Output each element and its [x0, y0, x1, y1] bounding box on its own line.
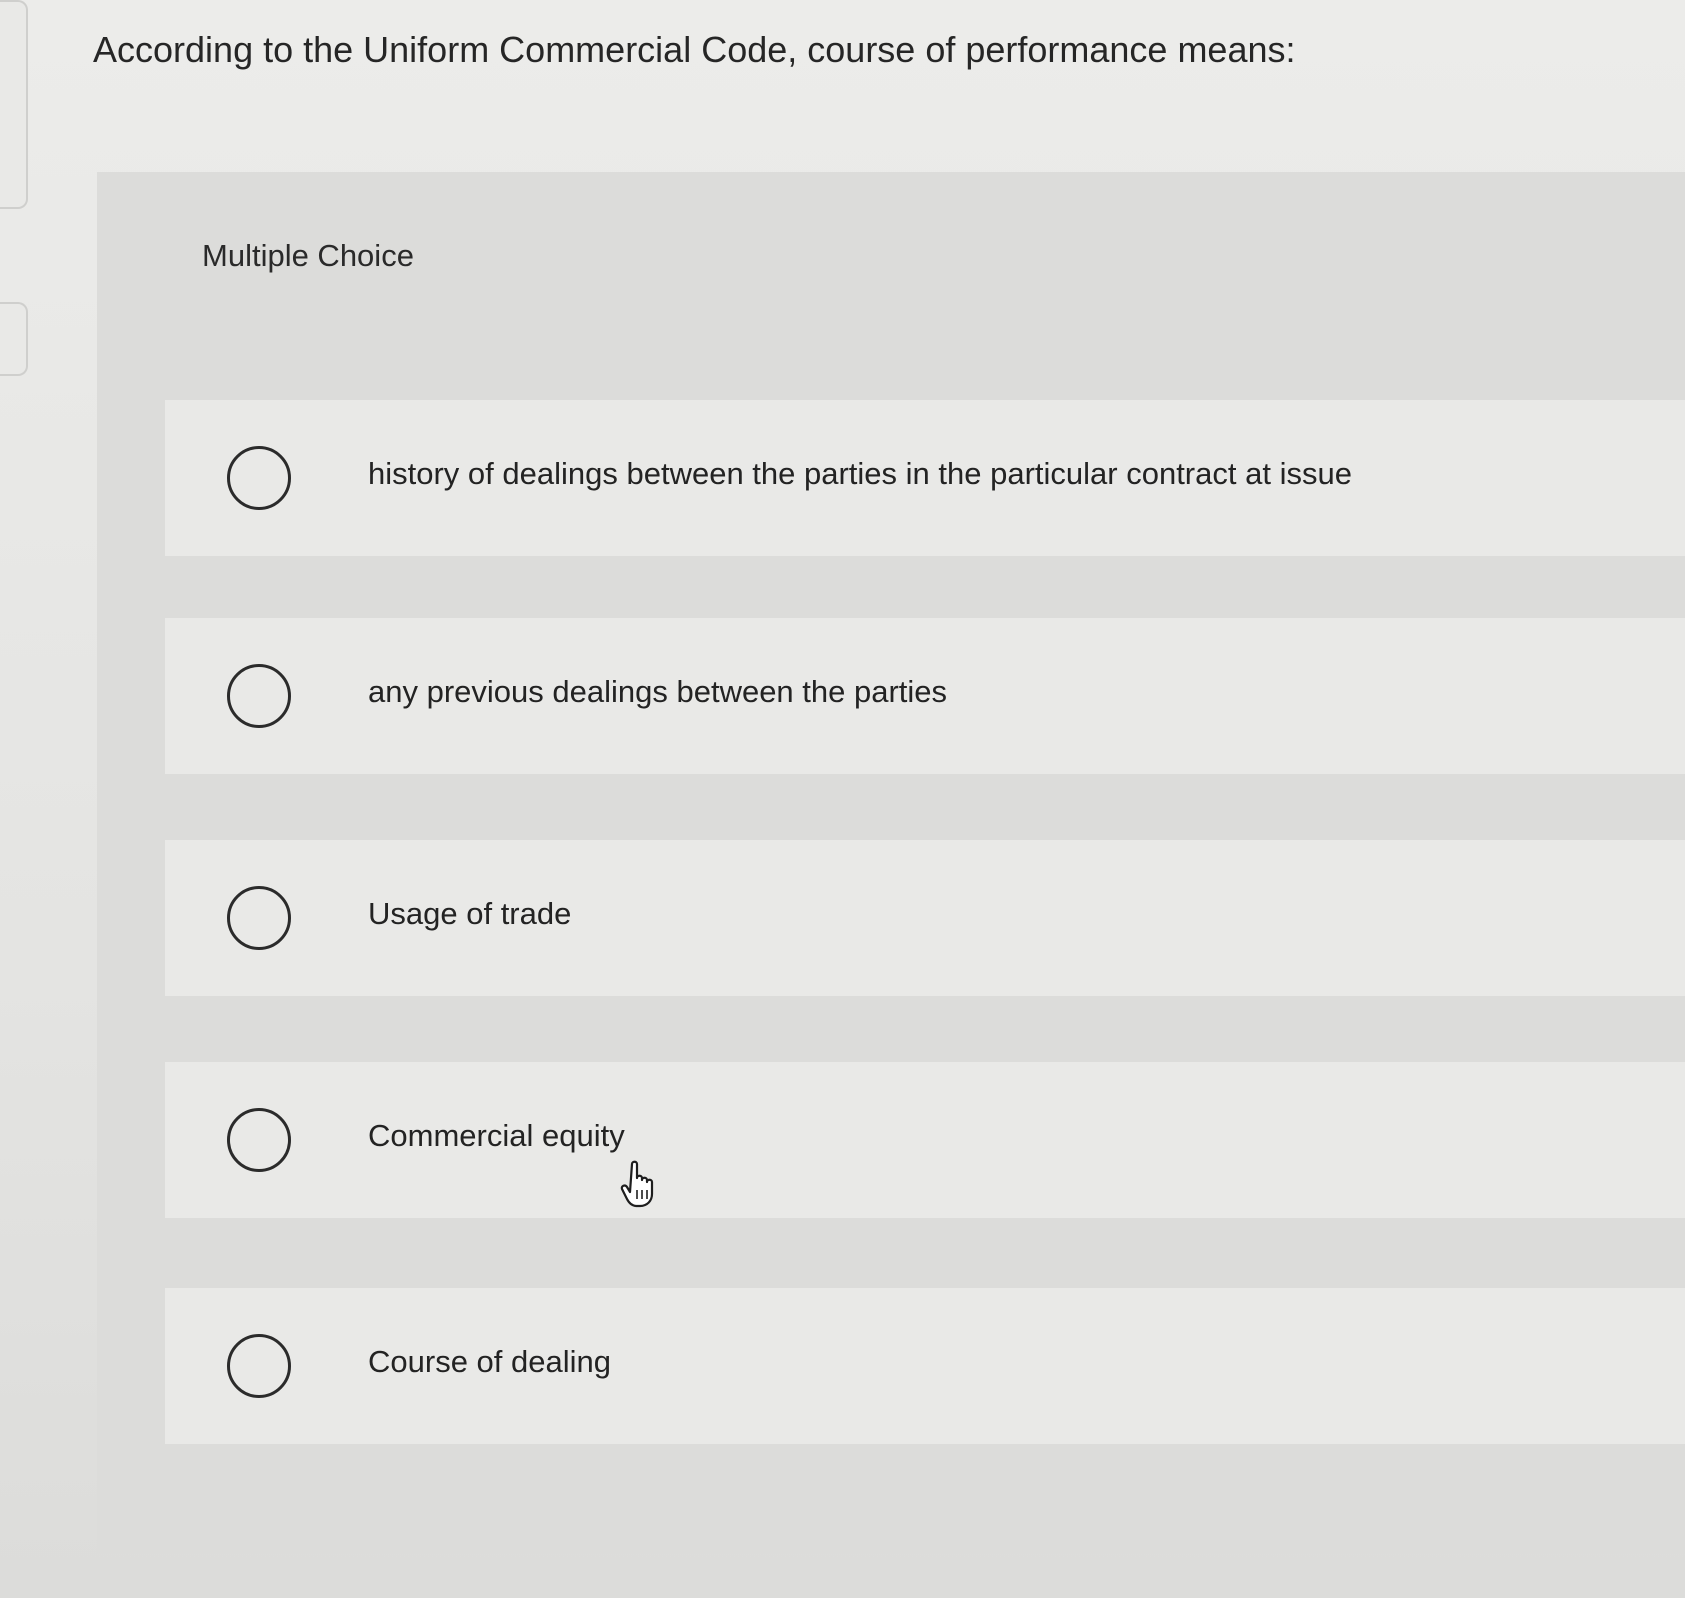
question-type-label: Multiple Choice: [202, 238, 414, 273]
answer-option-5[interactable]: Course of dealing: [165, 1288, 1685, 1444]
answer-option-label: history of dealings between the parties …: [368, 456, 1352, 491]
hand-pointer-icon: [620, 1160, 654, 1208]
answer-option-2[interactable]: any previous dealings between the partie…: [165, 618, 1685, 774]
radio-button[interactable]: [227, 1334, 291, 1398]
answer-option-1[interactable]: history of dealings between the parties …: [165, 400, 1685, 556]
radio-button[interactable]: [227, 886, 291, 950]
answer-option-label: any previous dealings between the partie…: [368, 674, 948, 709]
quiz-page: According to the Uniform Commercial Code…: [0, 0, 1685, 1598]
question-text: According to the Uniform Commercial Code…: [93, 29, 1296, 70]
radio-button[interactable]: [227, 1108, 291, 1172]
answer-option-label: Usage of trade: [368, 896, 572, 931]
answer-option-4[interactable]: Commercial equity: [165, 1062, 1685, 1218]
answer-option-3[interactable]: Usage of trade: [165, 840, 1685, 996]
answer-option-label: Course of dealing: [368, 1344, 611, 1379]
radio-button[interactable]: [227, 664, 291, 728]
left-edge-tab: [0, 0, 28, 209]
answer-panel: Multiple Choice history of dealings betw…: [97, 172, 1685, 1554]
radio-button[interactable]: [227, 446, 291, 510]
left-edge-tab: [0, 302, 28, 376]
answer-option-label: Commercial equity: [368, 1118, 625, 1153]
